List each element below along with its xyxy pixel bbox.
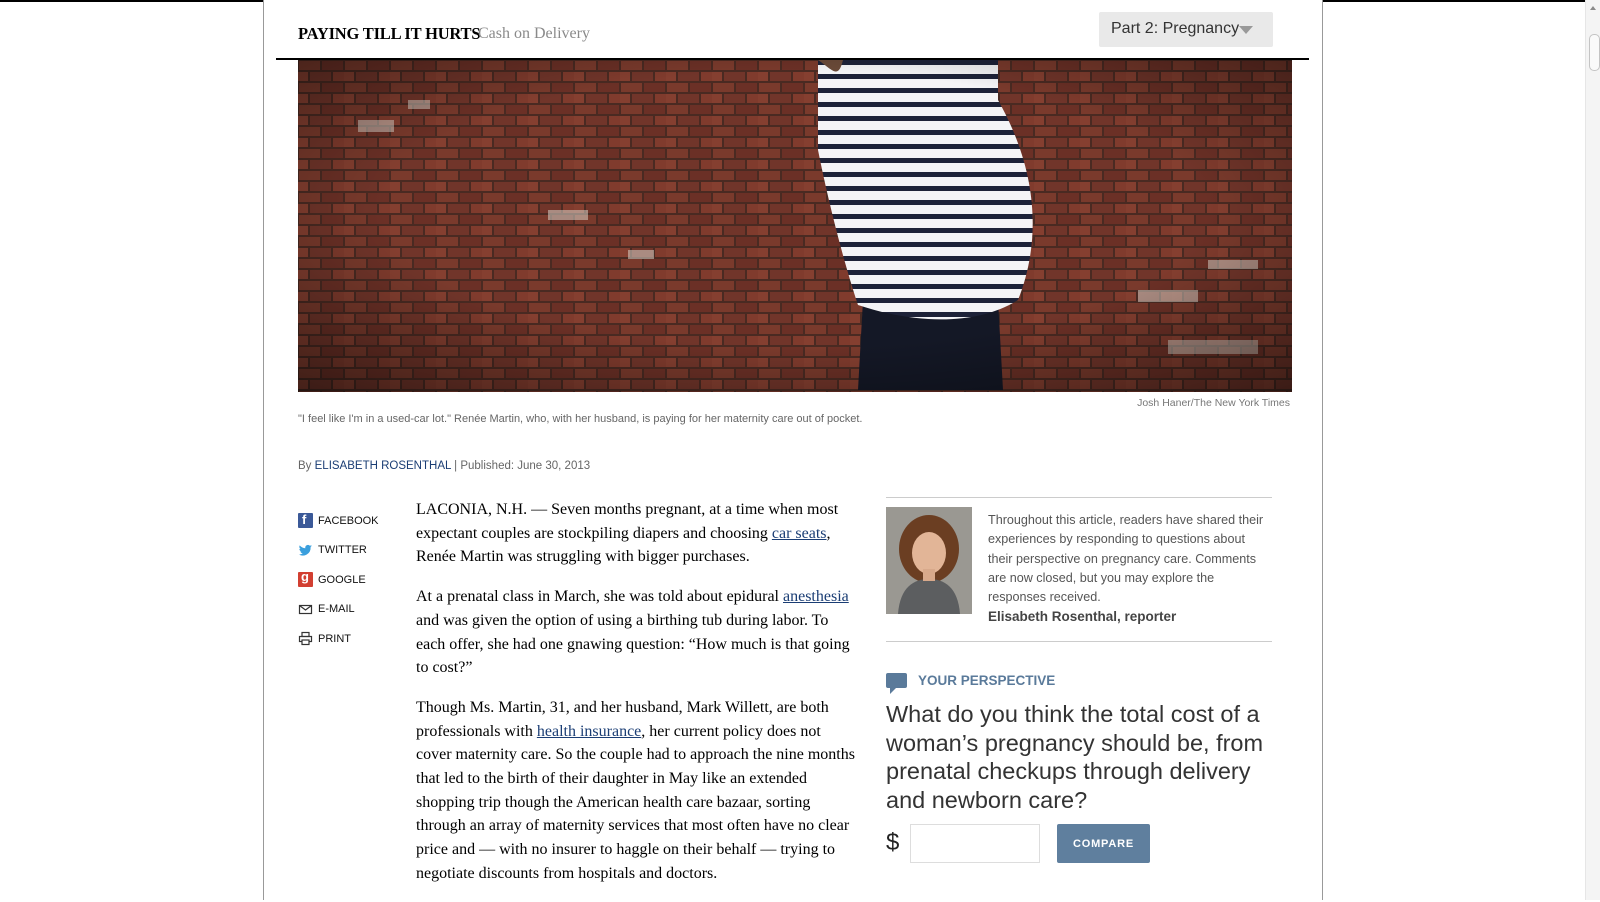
vertical-scrollbar[interactable] [1585,0,1600,900]
share-label: E-MAIL [318,603,355,616]
share-google-button[interactable]: GOOGLE [298,565,398,595]
reporter-name: Elisabeth Rosenthal, reporter [988,609,1177,625]
reporter-note-body: Throughout this article, readers have sh… [988,513,1264,605]
author-link[interactable]: ELISABETH ROSENTHAL [315,460,451,472]
chevron-down-icon [1239,26,1253,34]
print-icon [298,631,313,646]
share-label: FACEBOOK [318,514,379,527]
health-insurance-link[interactable]: health insurance [537,723,641,740]
email-icon [298,602,313,617]
reporter-note-text: Throughout this article, readers have sh… [988,511,1272,628]
twitter-icon [298,543,313,558]
google-plus-icon [298,569,313,588]
perspective-header: YOUR PERSPECTIVE [886,673,1272,694]
print-button[interactable]: PRINT [298,624,398,654]
cost-input[interactable] [910,824,1040,863]
reporter-note: Throughout this article, readers have sh… [886,498,1272,641]
compare-button[interactable]: COMPARE [1057,824,1150,863]
currency-symbol: $ [886,829,900,856]
paragraph-text: and was given the option of using a birt… [416,611,850,677]
byline-prefix: By [298,460,312,472]
paragraph-text: , her current policy does not cover mate… [416,722,855,882]
part-selector-label: Part 2: Pregnancy [1111,20,1240,37]
share-label: PRINT [318,632,351,645]
perspective-label: YOUR PERSPECTIVE [918,673,1056,688]
perspective-question: What do you think the total cost of a wo… [886,701,1264,813]
series-header: PAYING TILL IT HURTS Cash on Delivery Pa… [276,0,1309,60]
publish-date: | Published: June 30, 2013 [450,460,591,472]
byline: By ELISABETH ROSENTHAL | Published: June… [298,460,590,472]
lead-photo [298,60,1292,392]
paragraph: LACONIA, N.H. — Seven months pregnant, a… [416,498,858,569]
series-title[interactable]: PAYING TILL IT HURTS [298,24,481,44]
your-perspective-module: YOUR PERSPECTIVE What do you think the t… [886,673,1272,868]
share-facebook-button[interactable]: FACEBOOK [298,506,398,536]
series-subtitle: Cash on Delivery [478,25,590,42]
anesthesia-link[interactable]: anesthesia [783,588,849,605]
reader-sidebar: Throughout this article, readers have sh… [886,497,1272,863]
car-seats-link[interactable]: car seats [772,525,827,542]
photo-credit: Josh Haner/The New York Times [1137,397,1290,409]
reporter-avatar [886,507,972,614]
share-label: GOOGLE [318,573,366,586]
paragraph: At a prenatal class in March, she was to… [416,585,858,680]
cost-form: $ COMPARE [886,824,1272,868]
share-label: TWITTER [318,544,367,557]
scroll-up-arrow-icon[interactable] [1590,6,1596,10]
paragraph-text: At a prenatal class in March, she was to… [416,588,783,606]
facebook-icon [298,512,313,529]
share-email-button[interactable]: E-MAIL [298,595,398,625]
divider [886,641,1272,642]
speech-bubble-icon [886,673,907,694]
photo-caption: "I feel like I'm in a used-car lot." Ren… [298,413,863,425]
paragraph: Though Ms. Martin, 31, and her husband, … [416,696,858,886]
article-page: PAYING TILL IT HURTS Cash on Delivery Pa… [263,0,1323,900]
part-selector-dropdown[interactable]: Part 2: Pregnancy [1099,12,1273,47]
brick-wall-pregnant-woman-image [298,60,1292,392]
scrollbar-thumb[interactable] [1589,34,1600,71]
share-tools: FACEBOOK TWITTER GOOGLE E-MAIL PRINT [298,506,398,654]
share-twitter-button[interactable]: TWITTER [298,536,398,566]
article-body: LACONIA, N.H. — Seven months pregnant, a… [416,498,858,902]
